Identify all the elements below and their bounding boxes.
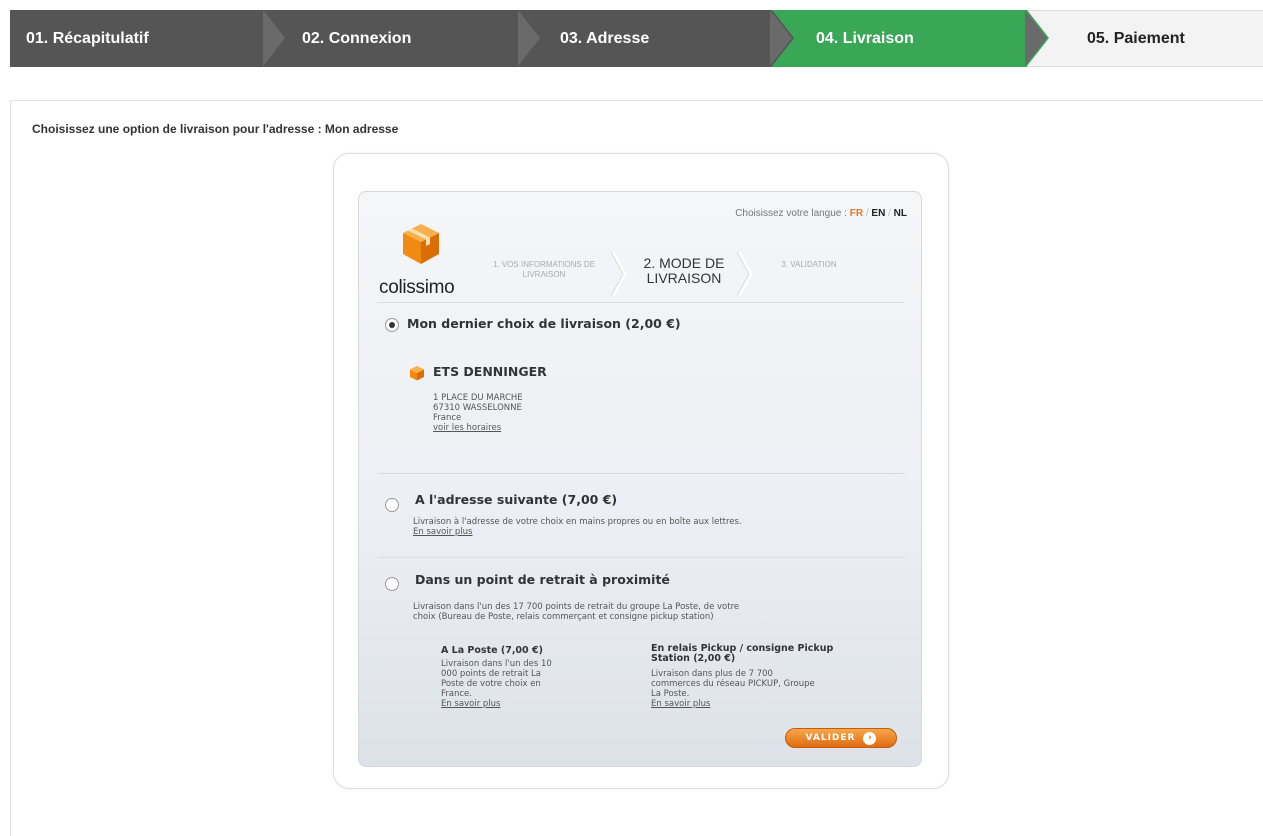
- delivery-instruction: Choisissez une option de livraison pour …: [32, 122, 399, 136]
- lang-fr-link[interactable]: FR: [850, 208, 863, 219]
- sub-option-la-poste-desc1: Livraison dans l'un des 10: [441, 659, 552, 669]
- option-last-choice-title: Mon dernier choix de livraison (2,00 €): [407, 316, 681, 331]
- option-home-delivery-desc: Livraison à l'adresse de votre choix en …: [413, 517, 742, 527]
- language-label: Choisissez votre langue :: [735, 208, 847, 219]
- step-adresse[interactable]: 03. Adresse: [520, 9, 794, 67]
- pickup-more-link[interactable]: En savoir plus: [651, 699, 710, 709]
- step-arrow: [518, 9, 542, 66]
- option-pickup-desc-line2: choix (Bureau de Poste, relais commerçan…: [413, 612, 714, 622]
- lang-nl-link[interactable]: NL: [894, 208, 907, 219]
- sub-option-pickup-title-line2[interactable]: Station (2,00 €): [651, 653, 735, 664]
- sub-option-pickup-desc2: commerces du réseau PICKUP, Groupe: [651, 679, 815, 689]
- validate-label: VALIDER: [805, 733, 856, 743]
- step-arrow: [1025, 9, 1049, 66]
- option-last-choice-radio[interactable]: [385, 318, 399, 332]
- logo-text: colissimo: [379, 277, 455, 298]
- step-recapitulatif[interactable]: 01. Récapitulatif: [10, 9, 287, 67]
- lang-en-link[interactable]: EN: [871, 208, 885, 219]
- checkout-steps: 01. Récapitulatif 02. Connexion 03. Adre…: [10, 9, 1263, 67]
- divider: [377, 302, 905, 303]
- widget-step-2-active: 2. MODE DE LIVRAISON: [643, 255, 725, 287]
- option-home-delivery-title: A l'adresse suivante (7,00 €): [415, 492, 618, 507]
- relay-name: ETS DENNINGER: [433, 364, 547, 379]
- widget-steps: 1. VOS INFORMATIONS DE LIVRAISON 2. MODE…: [469, 252, 869, 302]
- divider: [377, 473, 905, 474]
- home-delivery-more-link[interactable]: En savoir plus: [413, 527, 472, 537]
- option-pickup-desc-line1: Livraison dans l'un des 17 700 points de…: [413, 602, 740, 612]
- step-label: 03. Adresse: [560, 29, 650, 47]
- option-pickup-title: Dans un point de retrait à proximité: [415, 572, 670, 587]
- relay-country: France: [433, 413, 462, 423]
- chevron-right-icon: [611, 252, 627, 296]
- colissimo-box-icon: [403, 224, 439, 264]
- step-arrow: [263, 9, 287, 66]
- step-paiement: 05. Paiement: [1027, 10, 1263, 67]
- opening-hours-link[interactable]: voir les horaires: [433, 423, 501, 433]
- colissimo-widget: Choisissez votre langue : FR / EN / NL c…: [358, 191, 922, 767]
- divider: [10, 100, 1263, 101]
- step-label: 04. Livraison: [816, 29, 914, 47]
- step-label: 01. Récapitulatif: [26, 29, 149, 47]
- validate-button[interactable]: VALIDER ›: [785, 728, 897, 748]
- step-label: 02. Connexion: [302, 29, 412, 47]
- colissimo-logo: colissimo: [379, 222, 459, 302]
- divider: [377, 557, 905, 558]
- relay-address-line2: 67310 WASSELONNE: [433, 403, 522, 413]
- widget-step-3: 3. VALIDATION: [781, 260, 837, 269]
- la-poste-more-link[interactable]: En savoir plus: [441, 699, 500, 709]
- sub-option-pickup-desc1: Livraison dans plus de 7 700: [651, 669, 773, 679]
- relay-box-icon: [410, 366, 424, 381]
- widget-step-1: 1. VOS INFORMATIONS DE LIVRAISON: [492, 260, 596, 279]
- step-livraison-active[interactable]: 04. Livraison: [772, 9, 1049, 67]
- step-label: 05. Paiement: [1087, 29, 1185, 47]
- sub-option-la-poste-title[interactable]: A La Poste (7,00 €): [441, 645, 543, 656]
- option-pickup-radio[interactable]: [385, 577, 399, 591]
- sub-option-la-poste-desc3: Poste de votre choix en: [441, 679, 541, 689]
- option-home-delivery-radio[interactable]: [385, 498, 399, 512]
- sub-option-la-poste-desc4: France.: [441, 689, 472, 699]
- relay-address-line1: 1 PLACE DU MARCHE: [433, 393, 523, 403]
- language-selector: Choisissez votre langue : FR / EN / NL: [735, 208, 907, 219]
- arrow-right-icon: ›: [863, 731, 877, 745]
- sub-option-la-poste-desc2: 000 points de retrait La: [441, 669, 541, 679]
- step-connexion[interactable]: 02. Connexion: [265, 9, 542, 67]
- chevron-right-icon: [737, 252, 753, 296]
- left-border: [10, 100, 11, 836]
- step-arrow: [770, 9, 794, 66]
- sub-option-pickup-desc3: La Poste.: [651, 689, 690, 699]
